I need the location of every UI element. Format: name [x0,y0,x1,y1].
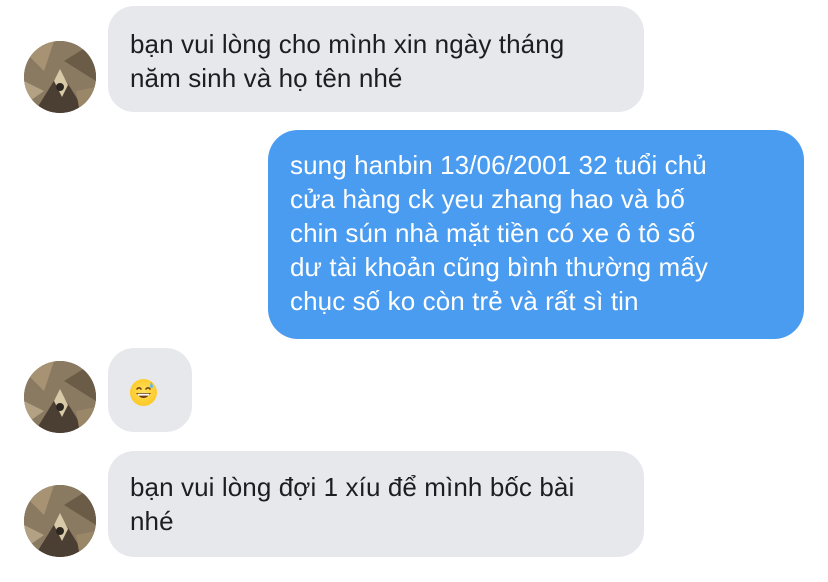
message-text-line: sung hanbin 13/06/2001 32 tuổi chủ [290,150,707,180]
contact-avatar[interactable] [24,41,96,113]
message-text-line: chục số ko còn trẻ và rất sì tin [290,286,639,316]
message-bubble-incoming[interactable]: bạn vui lòng đợi 1 xíu để mình bốc bài n… [108,451,644,557]
message-text-line: bạn vui lòng đợi 1 xíu để mình bốc bài [130,472,575,502]
message-bubble-incoming[interactable]: bạn vui lòng cho mình xin ngày tháng năm… [108,6,644,112]
contact-avatar[interactable] [24,361,96,433]
message-text-line: bạn vui lòng cho mình xin ngày tháng [130,29,565,59]
contact-avatar[interactable] [24,485,96,557]
message-text-line: nhé [130,506,174,536]
message-bubble-outgoing[interactable]: sung hanbin 13/06/2001 32 tuổi chủ cửa h… [268,130,804,339]
message-text-line: chin sún nhà mặt tiền có xe ô tô số [290,218,696,248]
message-text-line: cửa hàng ck yeu zhang hao và bố [290,184,685,214]
message-text-line: dư tài khoản cũng bình thường mấy [290,252,708,282]
grinning-face-with-sweat-icon [130,379,157,406]
message-bubble-emoji[interactable] [108,348,192,432]
message-text-line: năm sinh và họ tên nhé [130,63,403,93]
